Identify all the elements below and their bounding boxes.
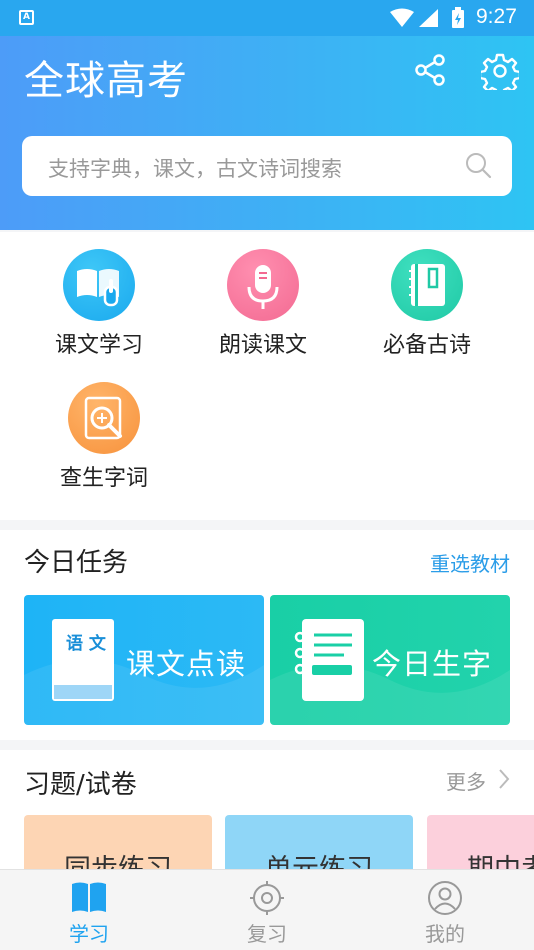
book-cover-text: 语 文 — [66, 633, 107, 654]
search-input[interactable]: 支持字典，课文，古文诗词搜索 — [22, 136, 512, 196]
nav-label: 学习 — [69, 922, 109, 946]
sync-practice-card[interactable]: 同步练习 — [24, 815, 212, 870]
share-icon[interactable] — [412, 52, 448, 88]
exercises-section: 习题/试卷 更多 同步练习 单元练习 期中考 — [0, 750, 534, 870]
search-icon[interactable] — [464, 151, 492, 179]
card-label: 期中考 — [467, 854, 534, 870]
today-task-section: 今日任务 重选教材 语 文 课文点读 今日生字 — [0, 530, 534, 740]
reselect-textbook-link[interactable]: 重选教材 — [430, 548, 510, 577]
signal-icon — [419, 9, 438, 27]
magnify-character-icon — [68, 382, 140, 454]
feature-label: 查生字词 — [59, 466, 148, 491]
section-title: 今日任务 — [24, 548, 129, 578]
daily-characters-card[interactable]: 今日生字 — [270, 595, 510, 725]
bottom-navigation: 学习 复习 我的 — [0, 869, 534, 950]
feature-label: 课文学习 — [54, 333, 143, 358]
feature-ancient-poems[interactable]: 必备古诗 — [357, 249, 497, 359]
target-icon — [250, 881, 284, 915]
nav-label: 复习 — [247, 922, 287, 946]
book-icon — [72, 882, 106, 912]
app-notification-icon: A — [19, 10, 34, 25]
nav-review[interactable]: 复习 — [178, 870, 356, 950]
feature-label: 必备古诗 — [382, 333, 471, 358]
chevron-right-icon[interactable] — [498, 768, 510, 790]
more-label: 更多 — [446, 770, 486, 794]
wifi-icon — [390, 8, 414, 27]
card-label: 同步练习 — [64, 854, 172, 870]
feature-character-lookup[interactable]: 查生字词 — [34, 382, 174, 492]
midterm-exam-card[interactable]: 期中考 — [427, 815, 534, 870]
unit-practice-card[interactable]: 单元练习 — [225, 815, 413, 870]
microphone-icon — [227, 249, 299, 321]
card-label: 课文点读 — [126, 647, 247, 681]
status-bar: A 9:27 — [0, 0, 534, 36]
feature-lesson-study[interactable]: 课文学习 — [29, 249, 169, 359]
lesson-read-card[interactable]: 语 文 课文点读 — [24, 595, 264, 725]
section-title: 习题/试卷 — [24, 770, 137, 800]
battery-charging-icon — [452, 7, 464, 28]
card-label: 今日生字 — [372, 647, 493, 681]
search-placeholder: 支持字典，课文，古文诗词搜索 — [48, 157, 342, 181]
nav-label: 我的 — [425, 922, 465, 946]
card-label: 单元练习 — [265, 854, 373, 870]
feature-grid: 课文学习 朗读课文 必备古诗 查生字词 — [0, 232, 534, 520]
app-title: 全球高考 — [24, 58, 188, 104]
book-touch-icon — [63, 249, 135, 321]
feature-read-aloud[interactable]: 朗读课文 — [193, 249, 333, 359]
feature-label: 朗读课文 — [218, 333, 307, 358]
app-header: 全球高考 支持字典，课文，古文诗词搜索 — [0, 36, 534, 230]
gear-icon[interactable] — [481, 52, 519, 90]
notebook-icon — [391, 249, 463, 321]
more-link[interactable]: 更多 — [446, 766, 486, 795]
user-icon — [428, 881, 462, 915]
clock: 9:27 — [476, 5, 517, 28]
nav-profile[interactable]: 我的 — [356, 870, 534, 950]
nav-study[interactable]: 学习 — [0, 870, 178, 950]
